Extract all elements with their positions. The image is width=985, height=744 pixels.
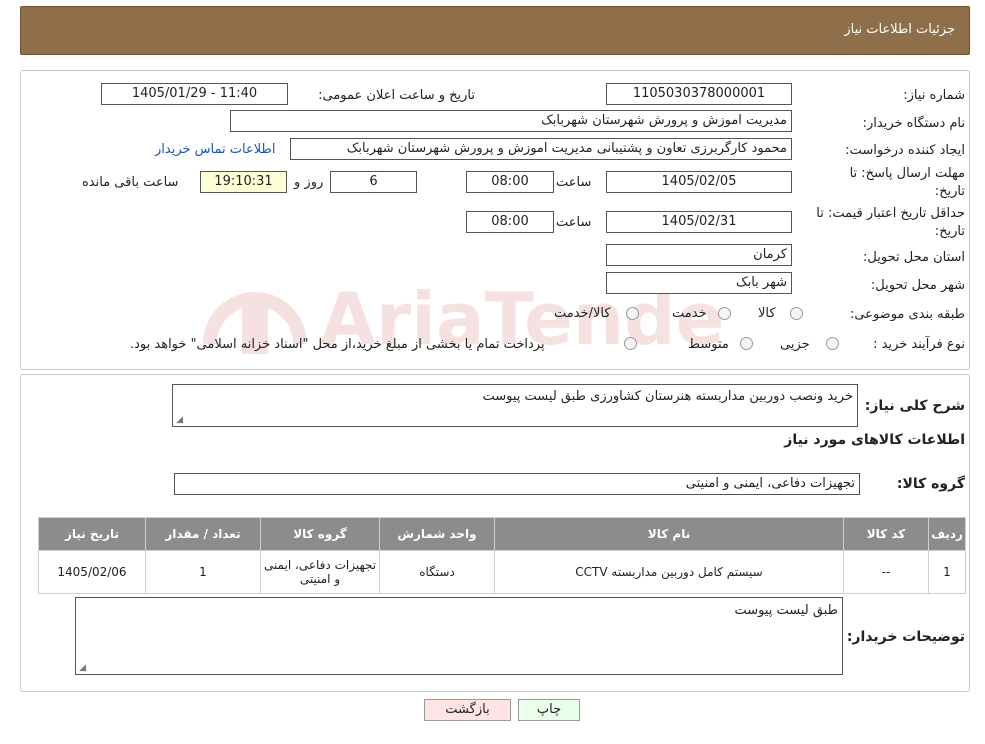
- validity-label-2: تاریخ:: [934, 224, 965, 239]
- cell-goods-code: --: [843, 550, 929, 594]
- category-radio-service[interactable]: [718, 307, 731, 320]
- deadline-time-field: 08:00: [466, 171, 554, 193]
- deadline-label-2: تاریخ:: [934, 184, 965, 199]
- col-need-date: تاریخ نیاز: [38, 517, 146, 551]
- purchase-radio-medium[interactable]: [740, 337, 753, 350]
- cell-row-number: 1: [928, 550, 966, 594]
- requester-field: محمود کارگربرزی تعاون و پشتیبانی مدیریت …: [290, 138, 792, 160]
- items-table: ردیف کد کالا نام کالا واحد شمارش گروه کا…: [38, 517, 966, 594]
- deadline-time-label: ساعت: [556, 175, 592, 190]
- validity-date-field: 1405/02/31: [606, 211, 792, 233]
- days-label: روز و: [294, 175, 324, 190]
- buyer-contact-link[interactable]: اطلاعات تماس خریدار: [155, 142, 275, 157]
- table-row: 1 -- سیستم کامل دوربین مداربسته CCTV دست…: [38, 550, 966, 594]
- buyer-org-field: مدیریت اموزش و پرورش شهرستان شهربابک: [230, 110, 792, 132]
- summary-text: خرید ونصب دوربین مداربسته هنرستان کشاورز…: [482, 389, 853, 404]
- category-option-service: خدمت: [672, 306, 707, 321]
- col-goods-name: نام کالا: [494, 517, 844, 551]
- buyer-notes-text: طبق لیست پیوست: [734, 603, 838, 618]
- col-row-number: ردیف: [928, 517, 966, 551]
- buyer-notes-textarea[interactable]: طبق لیست پیوست ◢: [75, 597, 843, 675]
- days-field: 6: [330, 171, 417, 193]
- goods-group-label: گروه کالا:: [896, 476, 965, 492]
- province-field: کرمان: [606, 244, 792, 266]
- page-header: جزئیات اطلاعات نیاز: [20, 6, 970, 55]
- summary-label: شرح کلی نیاز:: [864, 398, 965, 414]
- remaining-label: ساعت باقی مانده: [82, 175, 179, 190]
- col-goods-group: گروه کالا: [260, 517, 380, 551]
- cell-need-date: 1405/02/06: [38, 550, 146, 594]
- table-header-row: ردیف کد کالا نام کالا واحد شمارش گروه کا…: [38, 517, 966, 551]
- category-radio-goods[interactable]: [790, 307, 803, 320]
- category-option-goods: کالا: [758, 306, 776, 321]
- purchase-type-label: نوع فرآیند خرید :: [873, 337, 965, 352]
- announce-field: 1405/01/29 - 11:40: [101, 83, 288, 105]
- province-label: استان محل تحویل:: [863, 250, 965, 265]
- validity-label: حداقل تاریخ اعتبار قیمت: تا: [816, 206, 965, 221]
- announce-label: تاریخ و ساعت اعلان عمومی:: [318, 88, 475, 103]
- city-label: شهر محل تحویل:: [870, 278, 965, 293]
- resize-grip-icon[interactable]: ◢: [78, 664, 86, 673]
- remaining-time-field: 19:10:31: [200, 171, 287, 193]
- purchase-radio-treasury[interactable]: [624, 337, 637, 350]
- requester-label: ایجاد کننده درخواست:: [845, 143, 965, 158]
- cell-goods-group: تجهیزات دفاعی، ایمنی و امنیتی: [260, 550, 380, 594]
- goods-group-field: تجهیزات دفاعی، ایمنی و امنیتی: [174, 473, 860, 495]
- resize-grip-icon[interactable]: ◢: [175, 416, 183, 425]
- validity-time-label: ساعت: [556, 215, 592, 230]
- category-radio-goods-service[interactable]: [626, 307, 639, 320]
- cell-quantity: 1: [145, 550, 261, 594]
- buyer-org-label: نام دستگاه خریدار:: [862, 116, 965, 131]
- need-number-label: شماره نیاز:: [903, 88, 965, 103]
- page-title: جزئیات اطلاعات نیاز: [844, 22, 955, 37]
- purchase-radio-minor[interactable]: [826, 337, 839, 350]
- col-unit: واحد شمارش: [379, 517, 495, 551]
- summary-textarea[interactable]: خرید ونصب دوربین مداربسته هنرستان کشاورز…: [172, 384, 858, 427]
- purchase-note: پرداخت تمام یا بخشی از مبلغ خرید،از محل …: [130, 337, 545, 352]
- purchase-option-medium: متوسط: [688, 337, 729, 352]
- back-button[interactable]: بازگشت: [424, 699, 511, 721]
- purchase-option-minor: جزیی: [780, 337, 810, 352]
- category-label: طبقه بندی موضوعی:: [849, 307, 965, 322]
- need-number-field: 1105030378000001: [606, 83, 792, 105]
- print-button[interactable]: چاپ: [518, 699, 580, 721]
- city-field: شهر بابک: [606, 272, 792, 294]
- cell-unit: دستگاه: [379, 550, 495, 594]
- validity-time-field: 08:00: [466, 211, 554, 233]
- cell-goods-name: سیستم کامل دوربین مداربسته CCTV: [494, 550, 844, 594]
- deadline-label: مهلت ارسال پاسخ: تا: [849, 166, 965, 181]
- col-goods-code: کد کالا: [843, 517, 929, 551]
- buyer-notes-label: توضیحات خریدار:: [846, 629, 965, 645]
- deadline-date-field: 1405/02/05: [606, 171, 792, 193]
- category-option-goods-service: کالا/خدمت: [554, 306, 611, 321]
- col-quantity: تعداد / مقدار: [145, 517, 261, 551]
- goods-info-title: اطلاعات کالاهای مورد نیاز: [784, 432, 965, 448]
